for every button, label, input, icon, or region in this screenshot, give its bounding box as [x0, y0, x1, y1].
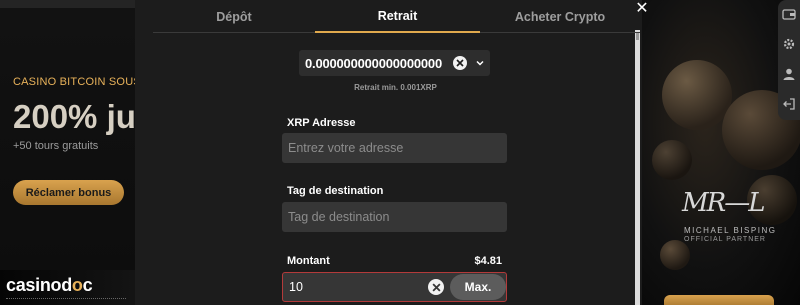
background-partner-panel: [642, 0, 800, 305]
coin-decoration: [652, 140, 692, 180]
xrp-address-input[interactable]: [282, 133, 507, 163]
claim-bonus-button[interactable]: Réclamer bonus: [13, 180, 124, 205]
background-promo-panel: [0, 0, 135, 305]
max-button[interactable]: Max.: [450, 274, 506, 300]
promo-eyebrow: CASINO BITCOIN SOUS: [13, 76, 141, 88]
logo-text-c: c: [82, 275, 93, 295]
partner-name: MICHAEL BISPING: [684, 226, 777, 235]
address-label: XRP Adresse: [287, 117, 356, 129]
wallet-tabs: Dépôt Retrait Acheter Crypto: [153, 0, 640, 33]
logout-icon[interactable]: [781, 96, 797, 112]
coin-decoration: [662, 60, 732, 130]
top-strip: [0, 0, 135, 8]
amount-input[interactable]: [283, 273, 423, 301]
tab-depot[interactable]: Dépôt: [153, 0, 315, 33]
partner-role: OFFICIAL PARTNER: [684, 236, 766, 243]
wallet-icon[interactable]: [781, 6, 797, 22]
tab-acheter-crypto[interactable]: Acheter Crypto: [480, 0, 640, 33]
amount-label: Montant: [287, 255, 330, 267]
side-rail: [778, 0, 800, 120]
amount-field: Max.: [282, 272, 507, 302]
clear-amount-icon[interactable]: [428, 279, 444, 295]
tab-retrait[interactable]: Retrait: [315, 0, 480, 33]
casinodoc-logo[interactable]: casinodoc: [6, 275, 93, 296]
modal-scrollbar[interactable]: [635, 30, 640, 305]
amount-display: 0.000000000000000000: [305, 55, 442, 71]
currency-amount-select[interactable]: 0.000000000000000000: [299, 50, 490, 76]
partner-cta-button[interactable]: [664, 295, 774, 305]
tag-label: Tag de destination: [287, 185, 384, 197]
destination-tag-input[interactable]: [282, 202, 507, 232]
user-icon[interactable]: [781, 66, 797, 82]
partner-signature: MR—L: [682, 188, 765, 218]
promo-headline: 200% ju: [13, 98, 136, 135]
chevron-down-icon: [476, 60, 484, 66]
gear-icon[interactable]: [781, 36, 797, 52]
logo-underline: [6, 298, 126, 302]
promo-banner: [0, 8, 135, 270]
logo-text-a: casinod: [6, 275, 72, 295]
logo-text-b: o: [71, 275, 83, 295]
promo-subtitle: +50 tours gratuits: [13, 140, 99, 152]
clear-circle-icon: [453, 56, 467, 70]
coin-decoration: [660, 240, 690, 270]
balance-value: $4.81: [474, 255, 502, 267]
min-withdrawal-note: Retrait min. 0.001XRP: [354, 83, 437, 92]
